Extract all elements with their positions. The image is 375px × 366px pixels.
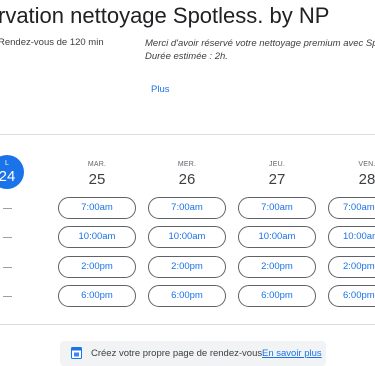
today-date: 24	[0, 168, 16, 185]
learn-more-link[interactable]: En savoir plus	[262, 348, 322, 359]
time-slot-button[interactable]: 7:00am	[328, 197, 375, 219]
time-slot-button[interactable]: 2:00pm	[148, 256, 226, 278]
divider	[0, 324, 375, 325]
time-slot-button[interactable]: 7:00am	[148, 197, 226, 219]
day-date: 27	[268, 171, 286, 188]
empty-slot-dash	[3, 267, 12, 268]
day-header-tue: MAR. 25	[57, 160, 137, 188]
time-slot-button[interactable]: 10:00am	[328, 226, 375, 248]
description-line-2: Durée estimée : 2h.	[145, 51, 228, 62]
footer-promo: Créez votre propre page de rendez-vous. …	[60, 341, 326, 366]
time-slot-button[interactable]: 7:00am	[238, 197, 316, 219]
time-slot-button[interactable]: 2:00pm	[58, 256, 136, 278]
today-day-badge: L 24	[0, 155, 24, 189]
time-slot-button[interactable]: 6:00pm	[148, 285, 226, 307]
divider	[0, 134, 375, 135]
footer-text: Créez votre propre page de rendez-vous.	[91, 348, 265, 359]
time-slot-button[interactable]: 10:00am	[238, 226, 316, 248]
calendar-icon	[71, 347, 82, 359]
today-dow: L	[5, 160, 9, 167]
time-slot-button[interactable]: 6:00pm	[238, 285, 316, 307]
description: Merci d'avoir réservé votre nettoyage pr…	[145, 37, 375, 63]
day-dow: MER.	[177, 161, 197, 168]
day-dow: JEU.	[269, 161, 285, 168]
time-slot-button[interactable]: 2:00pm	[328, 256, 375, 278]
time-slot-button[interactable]: 2:00pm	[238, 256, 316, 278]
page-title: rvation nettoyage Spotless. by NP	[0, 3, 330, 28]
day-date: 25	[88, 171, 106, 188]
description-line-1: Merci d'avoir réservé votre nettoyage pr…	[145, 38, 375, 49]
day-date: 28	[358, 171, 375, 188]
empty-slot-dash	[3, 237, 12, 238]
day-dow: MAR.	[87, 161, 107, 168]
empty-slot-dash	[3, 296, 12, 297]
empty-slot-dash	[3, 208, 12, 209]
day-dow: VEN.	[358, 161, 375, 168]
duration-text: Rendez-vous de 120 min	[0, 37, 104, 48]
day-header-fri: VEN. 28	[327, 160, 375, 188]
time-slot-button[interactable]: 10:00am	[148, 226, 226, 248]
time-slot-button[interactable]: 7:00am	[58, 197, 136, 219]
day-header-wed: MER. 26	[147, 160, 227, 188]
more-link[interactable]: Plus	[151, 84, 169, 95]
day-header-thu: JEU. 27	[237, 160, 317, 188]
time-slot-button[interactable]: 10:00am	[58, 226, 136, 248]
time-slot-button[interactable]: 6:00pm	[328, 285, 375, 307]
day-date: 26	[178, 171, 196, 188]
time-slot-button[interactable]: 6:00pm	[58, 285, 136, 307]
